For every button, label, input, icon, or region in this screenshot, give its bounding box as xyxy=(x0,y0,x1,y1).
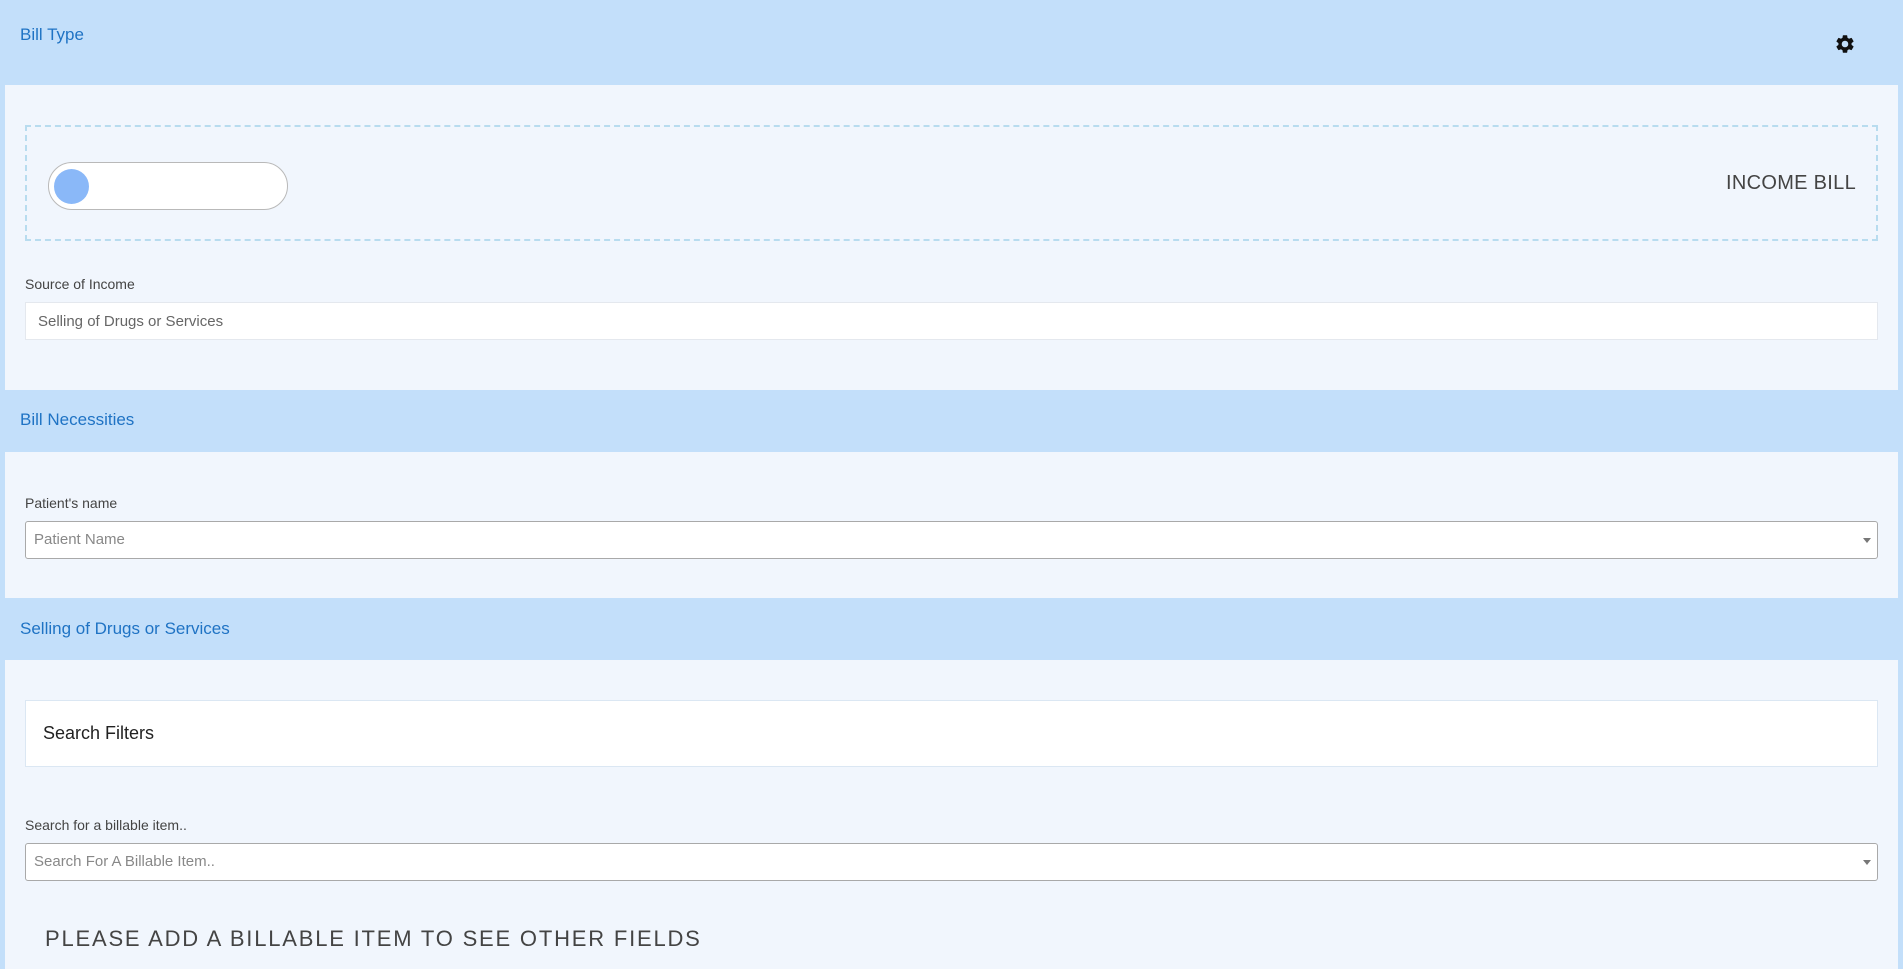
source-of-income-label: Source of Income xyxy=(25,276,135,292)
patient-name-select[interactable]: Patient Name xyxy=(25,521,1878,559)
chevron-down-icon[interactable] xyxy=(1863,860,1871,865)
patient-name-placeholder: Patient Name xyxy=(34,531,125,548)
selling-section-title: Selling of Drugs or Services xyxy=(20,619,230,638)
patient-name-label: Patient's name xyxy=(25,495,118,511)
bill-type-header: Bill Type xyxy=(5,0,1898,85)
bill-necessities-title: Bill Necessities xyxy=(20,410,135,429)
billable-item-label: Search for a billable item.. xyxy=(25,817,187,833)
billable-item-select[interactable]: Search For A Billable Item.. xyxy=(25,843,1878,881)
billable-item-placeholder: Search For A Billable Item.. xyxy=(34,853,215,870)
add-billable-item-notice: PLEASE ADD A BILLABLE ITEM TO SEE OTHER … xyxy=(45,926,702,951)
bill-type-title: Bill Type xyxy=(20,25,84,44)
bill-type-toggle-box: INCOME BILL xyxy=(25,125,1878,241)
selling-section-header: Selling of Drugs or Services xyxy=(5,598,1898,660)
search-filters-panel[interactable]: Search Filters xyxy=(25,700,1878,767)
bill-type-toggle-switch[interactable] xyxy=(48,162,288,210)
toggle-knob[interactable] xyxy=(54,169,89,204)
gear-icon[interactable] xyxy=(1834,33,1856,55)
bill-necessities-header: Bill Necessities xyxy=(5,390,1898,452)
source-of-income-input[interactable] xyxy=(25,302,1878,340)
chevron-down-icon[interactable] xyxy=(1863,538,1871,543)
page: Bill Type INCOME BILL Source of Income B… xyxy=(0,0,1903,969)
search-filters-title: Search Filters xyxy=(43,723,155,743)
toggle-label: INCOME BILL xyxy=(1726,172,1856,194)
